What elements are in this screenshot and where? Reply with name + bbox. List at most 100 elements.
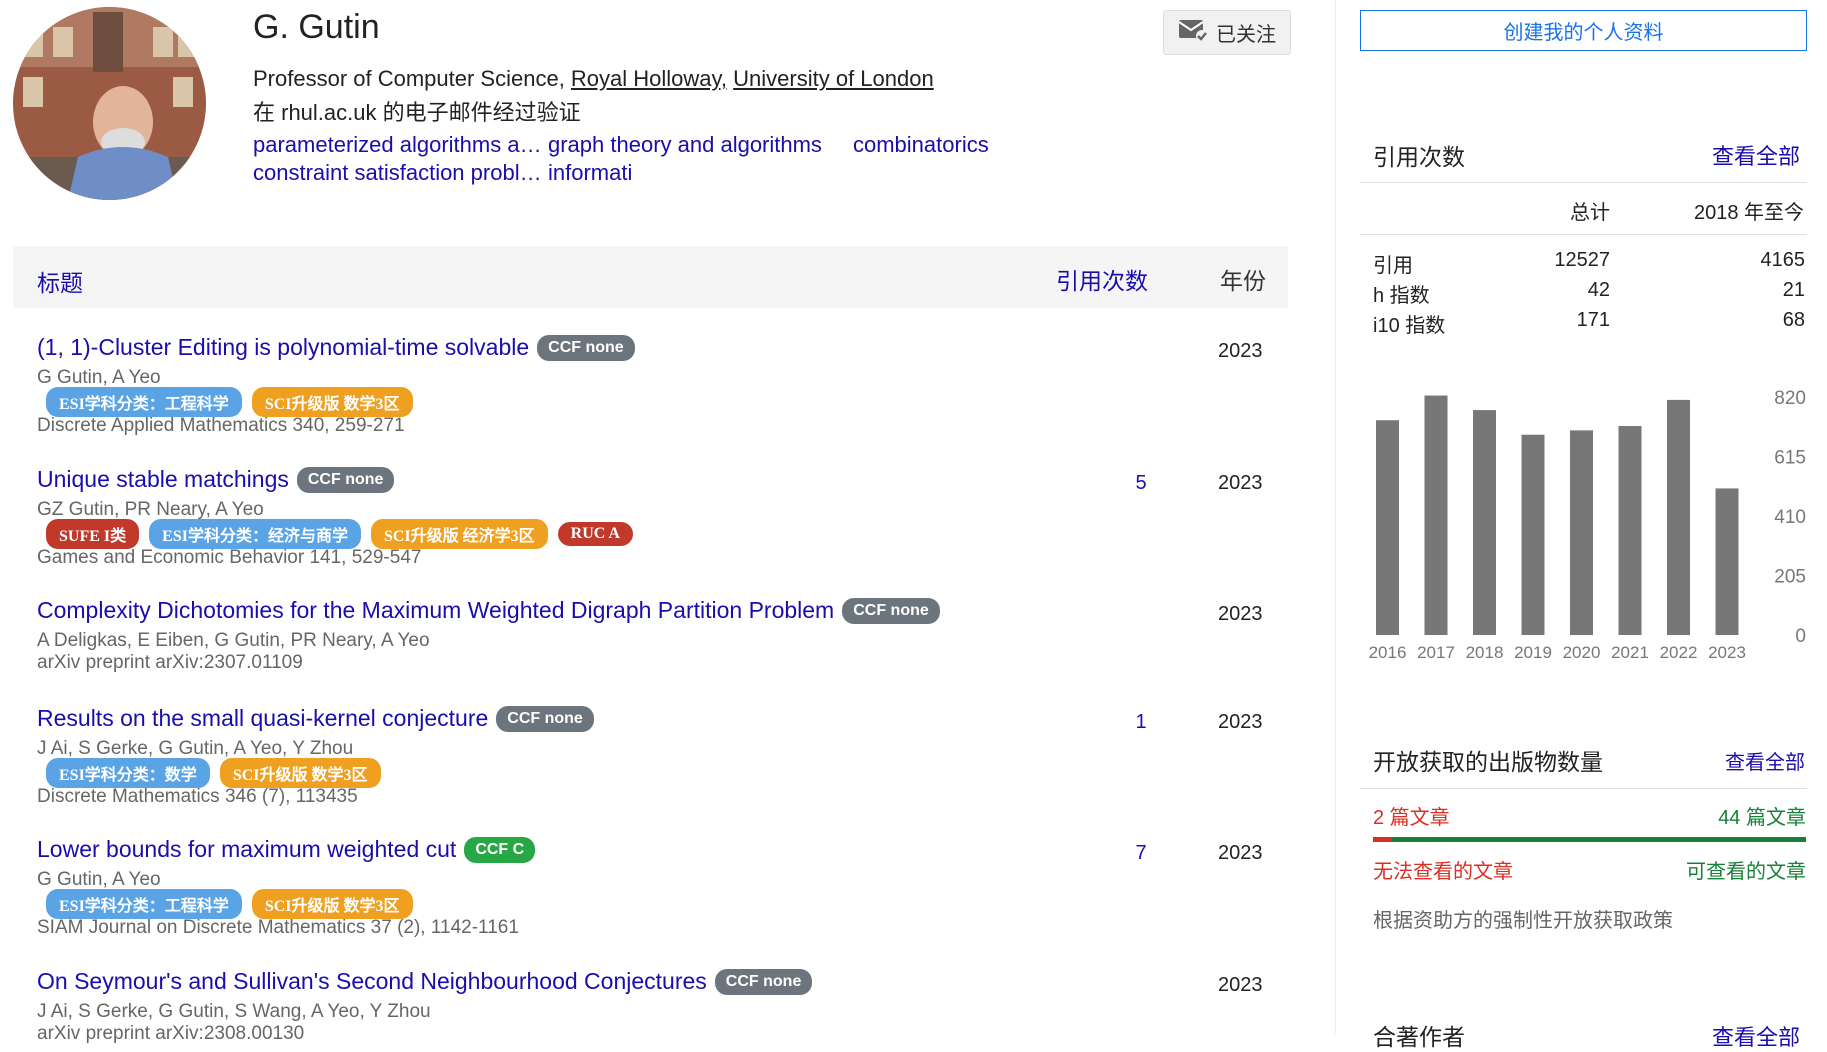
interest-link[interactable]: parameterized algorithms a… [253, 132, 548, 158]
article-row: Unique stable matchings CCF none GZ Gutin… [37, 466, 1277, 569]
citation-bar-2016[interactable] [1376, 420, 1399, 635]
article-row: Results on the small quasi-kernel conjec… [37, 705, 1277, 808]
article-year: 2023 [1218, 842, 1263, 864]
esi-tag: ESI学科分类：经济与商学 [149, 519, 361, 549]
coauthors-title: 合著作者 [1373, 1024, 1465, 1050]
affiliation-link-university[interactable]: University of London [733, 66, 934, 91]
article-row: Lower bounds for maximum weighted cut CCF… [37, 836, 1277, 939]
x-tick-label: 2019 [1514, 643, 1552, 660]
article-authors: G Gutin, A Yeo [37, 367, 161, 388]
column-divider [1335, 0, 1336, 1034]
citation-bar-2017[interactable] [1424, 395, 1448, 635]
article-row: (1, 1)-Cluster Editing is polynomial-tim… [37, 334, 1277, 437]
stat-since: 4165 [1760, 249, 1806, 271]
ccf-badge: CCF none [537, 334, 635, 361]
open-access-title: 开放获取的出版物数量 [1373, 749, 1603, 775]
esi-tag: ESI学科分类：数学 [46, 758, 210, 788]
y-tick-label: 820 [1774, 388, 1806, 409]
coauthors-view-all-link[interactable]: 查看全部 [1712, 1020, 1800, 1052]
stat-total: 42 [1587, 279, 1610, 301]
ccf-badge: CCF none [714, 968, 813, 995]
stat-since: 68 [1782, 309, 1805, 331]
citations-view-all-link[interactable]: 查看全部 [1712, 139, 1800, 171]
article-authors: G Gutin, A Yeo [37, 869, 161, 890]
divider [1360, 234, 1807, 235]
follow-button[interactable]: 已关注 [1163, 10, 1291, 55]
article-title-link[interactable]: On Seymour's and Sullivan's Second Neigh… [37, 968, 707, 995]
ccf-badge: CCF none [496, 705, 594, 732]
stat-total: 171 [1576, 309, 1610, 331]
articles-table-header: 标题 引用次数 年份 [13, 246, 1288, 308]
citations-bar-chart: 820 615 410 205 0 2016 2017 2018 2019 2020 2021 202… [1369, 388, 1806, 660]
esi-tag: ESI学科分类：工程科学 [46, 889, 242, 919]
article-cited-link[interactable]: 7 [1126, 842, 1156, 865]
article-year: 2023 [1218, 603, 1263, 625]
citation-bar-2020[interactable] [1570, 430, 1593, 635]
stats-col-total: 总计 [1570, 202, 1610, 224]
open-access-bar-unavailable [1373, 837, 1392, 842]
x-tick-label: 2017 [1417, 643, 1455, 660]
affiliation: Professor of Computer Science, Royal Hol… [253, 66, 934, 92]
citation-bar-2019[interactable] [1521, 434, 1545, 635]
citation-bar-2023[interactable] [1715, 488, 1739, 635]
stat-label: 引用 [1373, 255, 1413, 277]
ccf-badge: CCF none [842, 597, 940, 624]
create-profile-button[interactable]: 创建我的个人资料 [1360, 10, 1807, 51]
ccf-badge: CCF none [296, 466, 395, 493]
interest-link[interactable]: graph theory and algorithms [548, 132, 853, 158]
affiliation-link-royal-holloway[interactable]: Royal Holloway, [571, 66, 727, 91]
open-access-bar [1373, 837, 1806, 842]
sci-tag: SCI升级版 经济学3区 [370, 519, 548, 549]
article-title-link[interactable]: Results on the small quasi-kernel conjec… [37, 705, 488, 732]
affiliation-text: Professor of Computer Science, [253, 66, 571, 91]
y-tick-label: 205 [1774, 567, 1806, 588]
article-venue: Discrete Mathematics 346 (7), 113435 [37, 786, 358, 807]
article-title-link[interactable]: (1, 1)-Cluster Editing is polynomial-tim… [37, 334, 529, 361]
x-tick-label: 2023 [1708, 643, 1746, 660]
article-title-link[interactable]: Complexity Dichotomies for the Maximum W… [37, 597, 834, 624]
interest-link[interactable]: combinatorics [853, 132, 989, 158]
article-year: 2023 [1218, 974, 1263, 996]
article-year: 2023 [1218, 711, 1263, 733]
esi-tag: ESI学科分类：工程科学 [46, 387, 242, 417]
article-venue: Games and Economic Behavior 141, 529-547 [37, 547, 422, 568]
interest-link[interactable]: informati [548, 160, 853, 186]
citation-bar-2022[interactable] [1667, 399, 1690, 635]
sort-by-cited[interactable]: 引用次数 [1056, 262, 1148, 296]
citation-bar-2021[interactable] [1618, 426, 1642, 635]
oa-available-count: 44 篇文章 [1718, 807, 1806, 829]
sort-by-title[interactable]: 标题 [37, 264, 83, 298]
stat-label: i10 指数 [1373, 315, 1446, 337]
research-interests: parameterized algorithms a… graph theory… [253, 132, 989, 186]
y-tick-label: 410 [1774, 507, 1806, 528]
oa-policy-text: 根据资助方的强制性开放获取政策 [1373, 910, 1673, 932]
article-venue: arXiv preprint arXiv:2307.01109 [37, 652, 303, 673]
oa-unavailable-count: 2 篇文章 [1373, 807, 1450, 829]
stat-since: 21 [1782, 279, 1805, 301]
article-row: Complexity Dichotomies for the Maximum W… [37, 597, 1277, 674]
article-cited-link[interactable]: 1 [1126, 711, 1156, 734]
x-tick-label: 2021 [1611, 643, 1649, 660]
article-authors: J Ai, S Gerke, G Gutin, S Wang, A Yeo, Y… [37, 1001, 431, 1022]
article-title-link[interactable]: Unique stable matchings [37, 466, 289, 493]
open-access-view-all-link[interactable]: 查看全部 [1725, 746, 1805, 775]
article-authors: GZ Gutin, PR Neary, A Yeo [37, 499, 264, 520]
interest-link[interactable]: constraint satisfaction probl… [253, 160, 548, 186]
sci-tag: SCI升级版 数学3区 [251, 889, 413, 919]
article-cited-link[interactable]: 5 [1126, 472, 1156, 495]
x-tick-label: 2016 [1369, 643, 1407, 660]
x-tick-label: 2018 [1466, 643, 1504, 660]
stat-total: 12527 [1554, 249, 1610, 271]
citation-bar-2018[interactable] [1473, 410, 1496, 635]
article-title-link[interactable]: Lower bounds for maximum weighted cut [37, 836, 456, 863]
oa-unavailable-label: 无法查看的文章 [1373, 861, 1513, 883]
ruc-tag: RUC A [557, 522, 633, 546]
article-venue: Discrete Applied Mathematics 340, 259-27… [37, 415, 405, 436]
citations-title: 引用次数 [1373, 144, 1465, 170]
profile-avatar [13, 7, 206, 200]
envelope-check-icon [1178, 18, 1208, 48]
x-tick-label: 2022 [1660, 643, 1698, 660]
article-row: On Seymour's and Sullivan's Second Neigh… [37, 968, 1277, 1045]
y-tick-label: 0 [1795, 626, 1806, 647]
follow-label: 已关注 [1216, 24, 1276, 46]
